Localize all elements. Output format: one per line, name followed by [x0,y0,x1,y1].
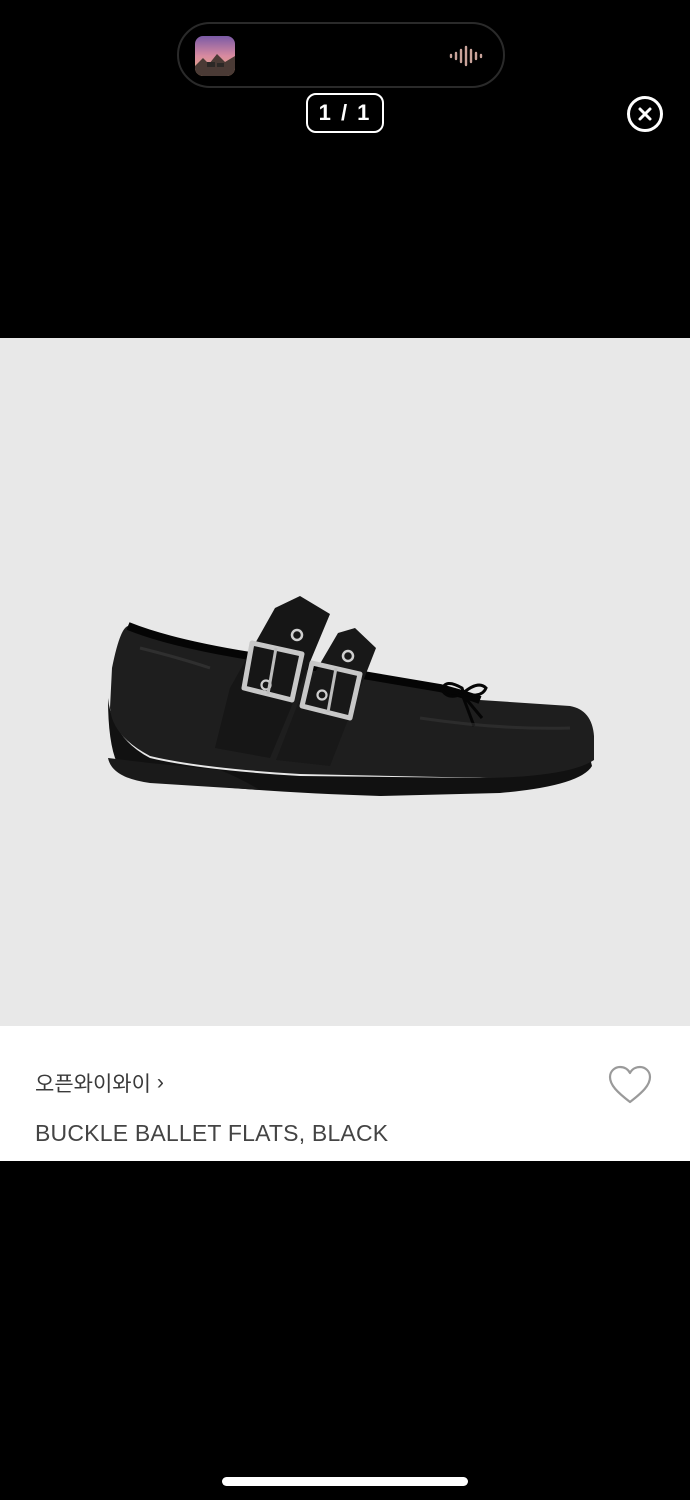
ballet-flat-shoe-image [108,596,594,796]
home-indicator[interactable] [222,1477,468,1486]
album-artwork-icon [195,36,235,76]
heart-outline-icon [608,1065,652,1104]
now-playing-island[interactable] [177,22,505,88]
audio-waveform-icon [449,44,485,68]
wishlist-button[interactable] [607,1064,653,1106]
brand-link[interactable]: 오픈와이와이 › [35,1068,164,1098]
brand-name: 오픈와이와이 [35,1073,151,1096]
product-name: BUCKLE BALLET FLATS, BLACK [35,1120,389,1146]
chevron-right-icon: › [156,1071,164,1094]
image-counter: 1 / 1 [306,93,384,133]
close-icon [638,107,652,121]
product-image[interactable] [0,338,690,1026]
close-button[interactable] [627,96,663,132]
